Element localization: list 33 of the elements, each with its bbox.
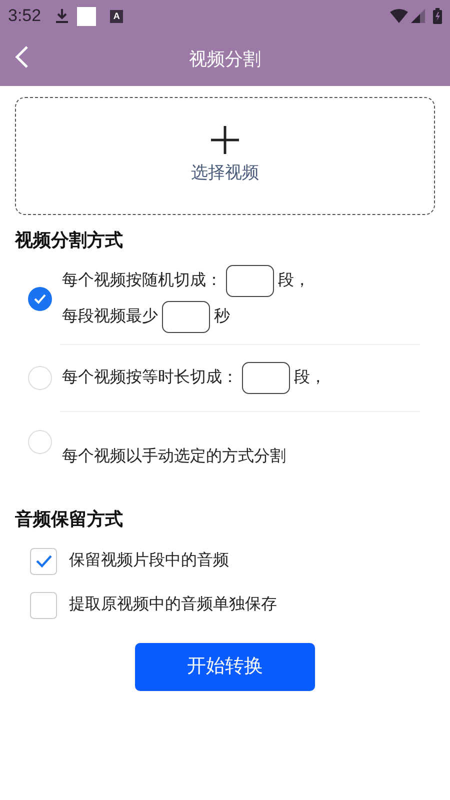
status-time: 3:52 (8, 5, 42, 28)
checkmark-icon (34, 554, 52, 568)
select-video-button[interactable]: 选择视频 (15, 97, 435, 215)
screen-title: 视频分割 (189, 48, 261, 70)
wifi-icon (390, 9, 408, 23)
input-field[interactable] (226, 265, 274, 297)
option-text: 提取原视频中的音频单独保存 (69, 594, 277, 615)
keyboard-icon: A (110, 10, 124, 22)
signal-icon (411, 9, 425, 23)
section-title: 音频保留方式 (14, 508, 124, 531)
section-title: 视频分割方式 (14, 229, 124, 252)
download-icon (55, 8, 70, 24)
option-text: 每个视频按随机切成： (62, 270, 222, 291)
input-field[interactable] (242, 362, 290, 394)
battery-icon (433, 8, 442, 24)
option-text: 每个视频以手动选定的方式分割 (62, 446, 286, 467)
option-text: 段， (294, 368, 326, 388)
start-button[interactable]: 开始转换 (135, 643, 315, 691)
plus-icon (211, 126, 239, 154)
radio-button[interactable] (28, 366, 52, 390)
option-text: 每段视频最少 (62, 306, 158, 327)
option-text: 段， (278, 271, 310, 291)
input-field[interactable] (162, 301, 210, 333)
checkbox[interactable] (30, 548, 57, 574)
checkmark-icon (33, 292, 47, 306)
notification-icon (77, 6, 96, 26)
radio-button[interactable] (28, 430, 52, 454)
option-text: 每个视频按等时长切成： (62, 368, 238, 388)
option-text: 保留视频片段中的音频 (69, 550, 229, 571)
checkbox[interactable] (30, 592, 57, 618)
option-text: 秒 (214, 307, 230, 327)
radio-button[interactable] (28, 287, 52, 311)
back-icon[interactable] (15, 45, 29, 69)
